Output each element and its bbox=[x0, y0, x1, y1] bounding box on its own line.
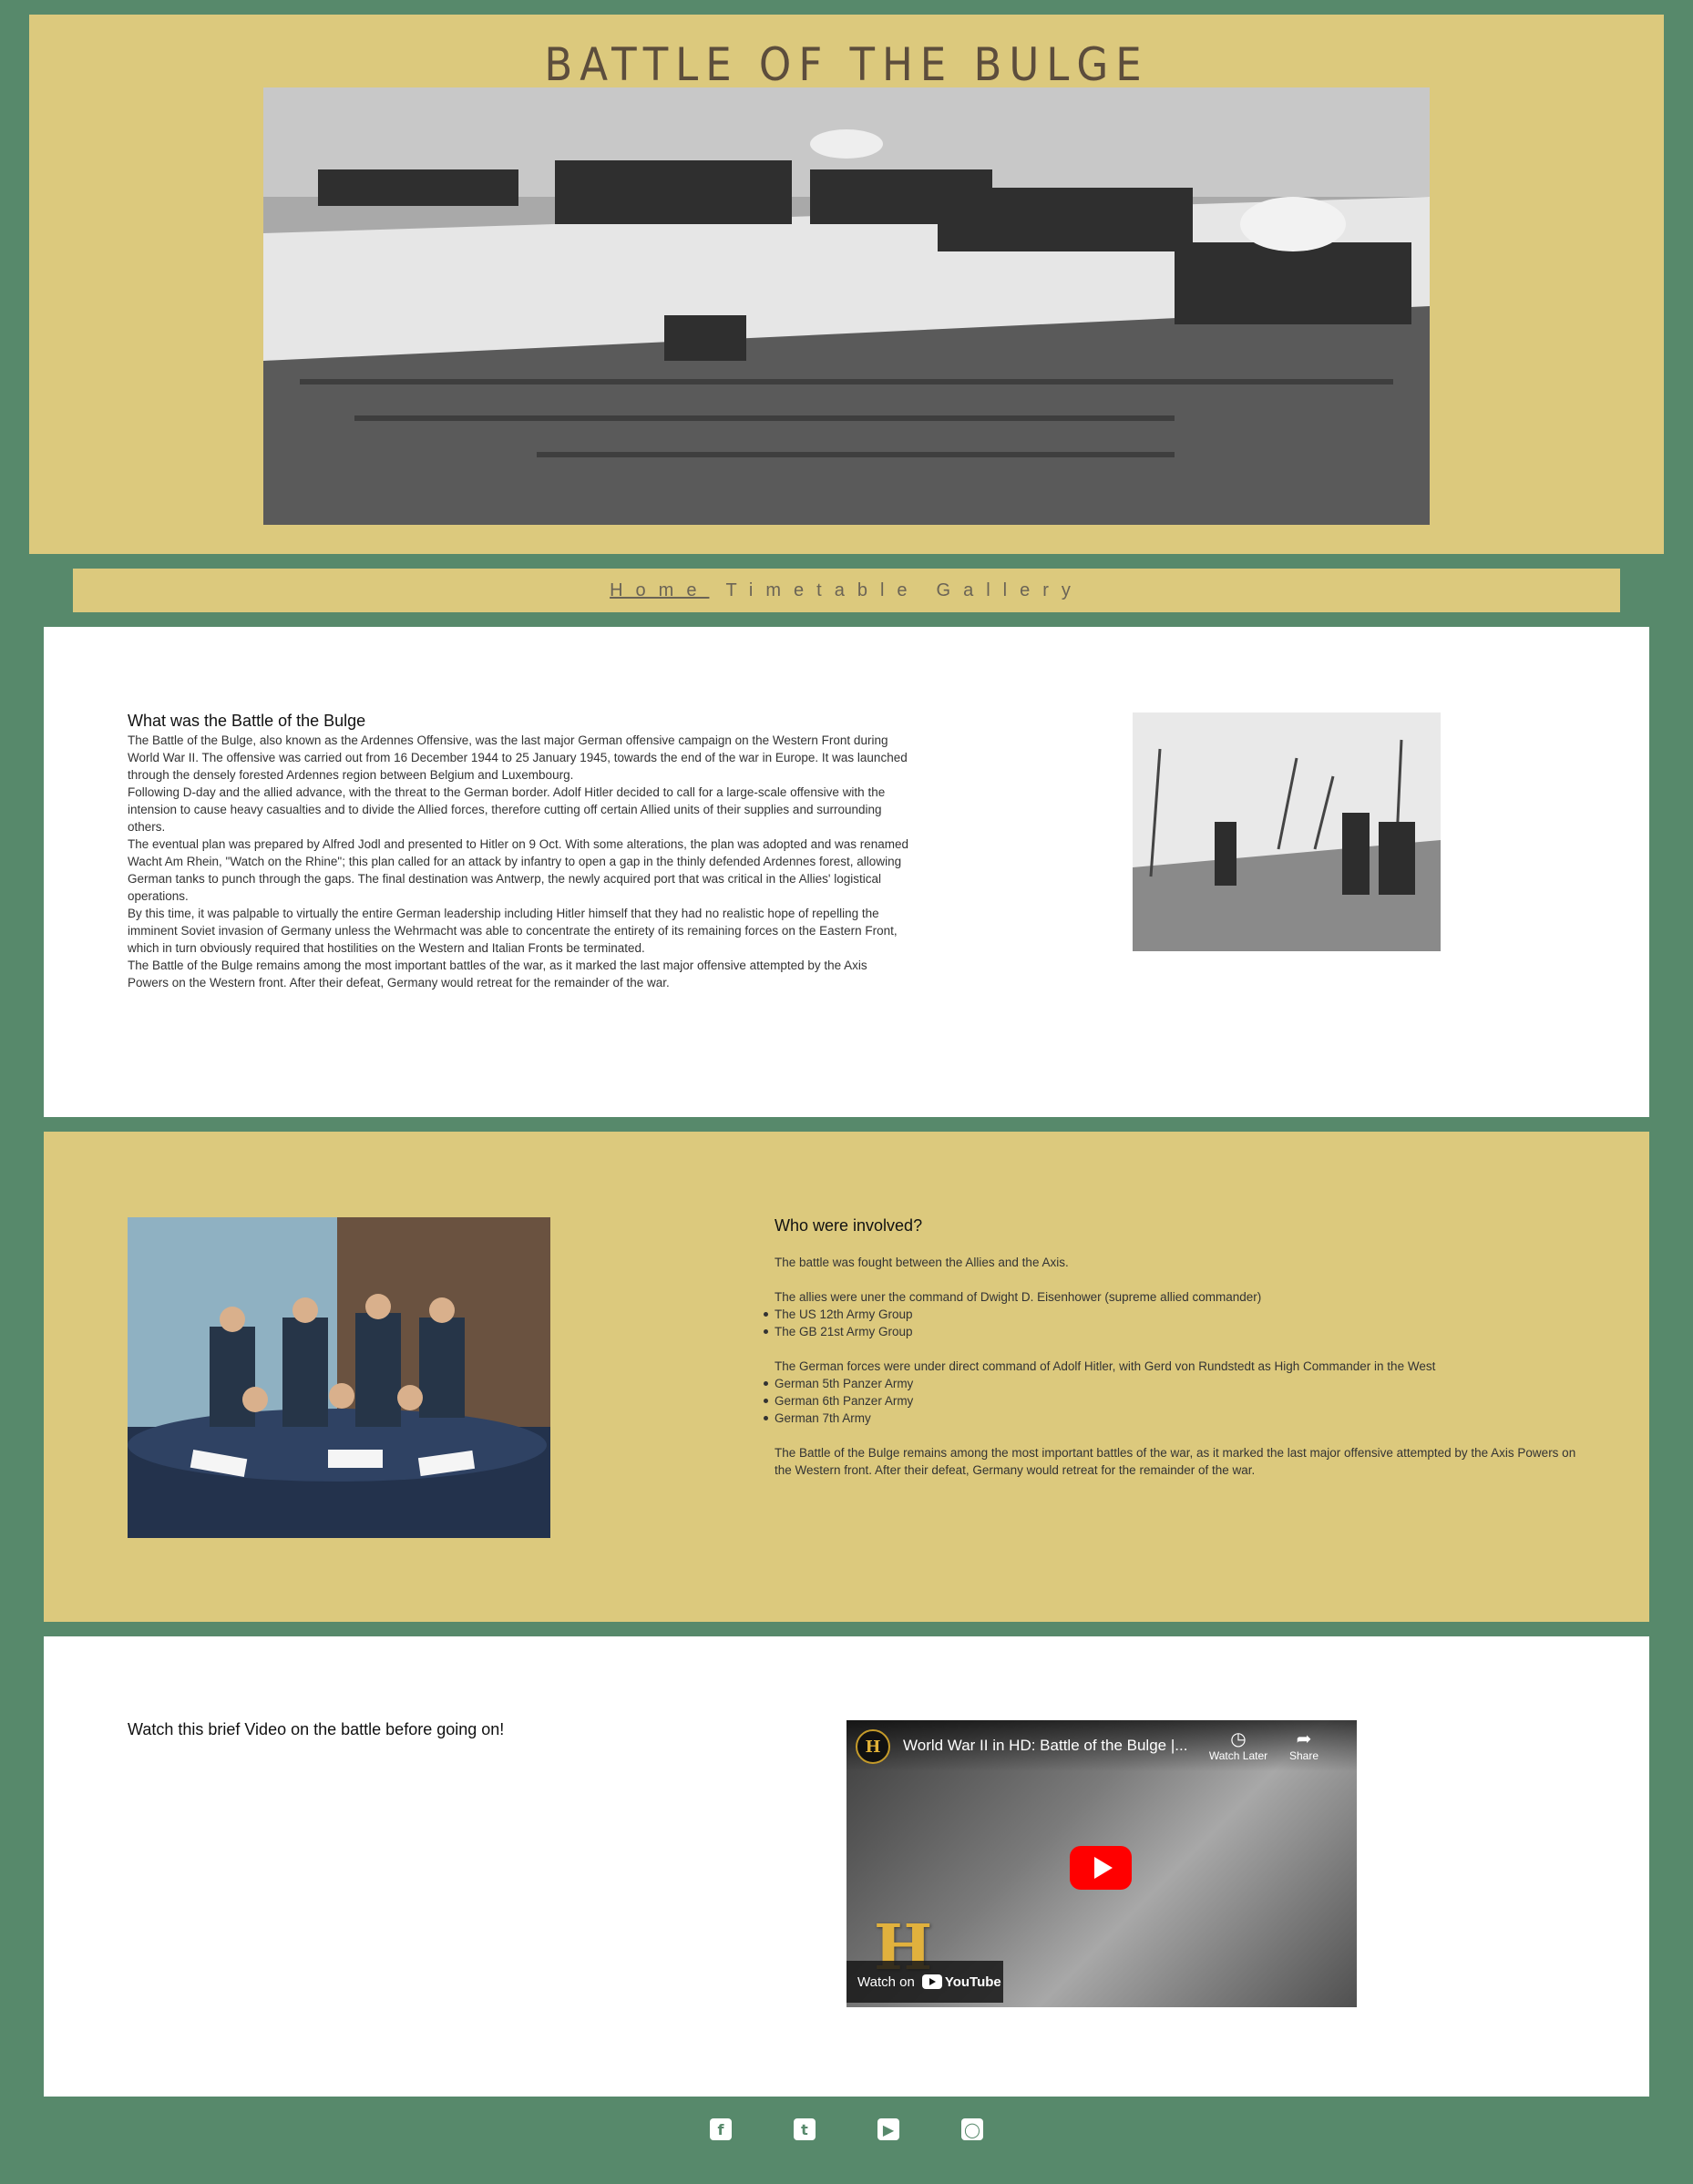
youtube-logo: YouTube bbox=[921, 1974, 1001, 1990]
who-section: Who were involved? The battle was fought… bbox=[44, 1132, 1649, 1622]
site-header: BATTLE OF THE BULGE bbox=[29, 15, 1664, 554]
who-closing: The Battle of the Bulge remains among th… bbox=[775, 1446, 1576, 1477]
who-text: Who were involved? The battle was fought… bbox=[764, 1216, 1576, 1479]
list-item: German 6th Panzer Army bbox=[764, 1392, 1576, 1410]
soldiers-in-snow-photo bbox=[1133, 713, 1441, 951]
youtube-icon[interactable]: ▶ bbox=[877, 2118, 899, 2140]
what-paragraph: Following D-day and the allied advance, … bbox=[128, 785, 886, 834]
youtube-play-icon bbox=[921, 1974, 942, 1989]
play-button[interactable] bbox=[1070, 1846, 1132, 1890]
what-heading: What was the Battle of the Bulge bbox=[128, 712, 366, 730]
axis-text: The German forces were under direct comm… bbox=[775, 1359, 1436, 1373]
allies-text: The allies were uner the command of Dwig… bbox=[775, 1290, 1262, 1304]
video-heading-block: Watch this brief Video on the battle bef… bbox=[128, 1720, 504, 1741]
axis-list: German 5th Panzer Army German 6th Panzer… bbox=[764, 1375, 1576, 1427]
list-item: German 7th Army bbox=[764, 1410, 1576, 1427]
watch-on-label: Watch on bbox=[857, 1974, 915, 1990]
list-item: German 5th Panzer Army bbox=[764, 1375, 1576, 1392]
what-paragraph: The eventual plan was prepared by Alfred… bbox=[128, 837, 908, 903]
share-icon: ➦ bbox=[1296, 1729, 1312, 1749]
list-item: The GB 21st Army Group bbox=[764, 1323, 1576, 1340]
hero-image bbox=[263, 87, 1430, 525]
watch-on-youtube-button[interactable]: Watch on YouTube bbox=[846, 1961, 1003, 2003]
facebook-icon[interactable]: f bbox=[710, 2118, 732, 2140]
share-label: Share bbox=[1288, 1749, 1319, 1762]
commanders-photo bbox=[128, 1217, 550, 1538]
what-paragraph: The Battle of the Bulge, also known as t… bbox=[128, 733, 908, 782]
hero-landing-ships-photo bbox=[263, 87, 1430, 525]
history-channel-icon[interactable]: H bbox=[856, 1729, 890, 1764]
what-section: What was the Battle of the Bulge The Bat… bbox=[44, 627, 1649, 1117]
main-nav: Home Timetable Gallery bbox=[73, 569, 1620, 612]
what-paragraph: By this time, it was palpable to virtual… bbox=[128, 907, 898, 955]
list-item: The US 12th Army Group bbox=[764, 1306, 1576, 1323]
allies-list: The US 12th Army Group The GB 21st Army … bbox=[764, 1306, 1576, 1340]
watch-later-label: Watch Later bbox=[1208, 1749, 1268, 1762]
nav-timetable-link[interactable]: Timetable bbox=[725, 580, 919, 601]
who-intro: The battle was fought between the Allies… bbox=[775, 1256, 1069, 1269]
site-title: BATTLE OF THE BULGE bbox=[544, 38, 1149, 91]
what-text: What was the Battle of the Bulge The Bat… bbox=[128, 713, 911, 991]
play-icon bbox=[1093, 1857, 1113, 1879]
nav-home-link[interactable]: Home bbox=[610, 580, 709, 601]
video-title[interactable]: World War II in HD: Battle of the Bulge … bbox=[903, 1737, 1187, 1755]
clock-icon: ◷ bbox=[1230, 1729, 1247, 1749]
share-button[interactable]: ➦ Share bbox=[1267, 1729, 1340, 1762]
video-heading: Watch this brief Video on the battle bef… bbox=[128, 1720, 505, 1738]
nav-gallery-link[interactable]: Gallery bbox=[937, 580, 1083, 601]
watch-later-button[interactable]: ◷ Watch Later bbox=[1202, 1729, 1275, 1762]
twitter-icon[interactable]: t bbox=[794, 2118, 816, 2140]
youtube-video-embed[interactable]: H World War II in HD: Battle of the Bulg… bbox=[846, 1720, 1357, 2007]
video-section: Watch this brief Video on the battle bef… bbox=[44, 1636, 1649, 2097]
footer: f t ▶ ◯ bbox=[0, 2118, 1693, 2160]
instagram-icon[interactable]: ◯ bbox=[961, 2118, 983, 2140]
what-paragraph: The Battle of the Bulge remains among th… bbox=[128, 959, 867, 989]
who-heading: Who were involved? bbox=[775, 1216, 923, 1235]
